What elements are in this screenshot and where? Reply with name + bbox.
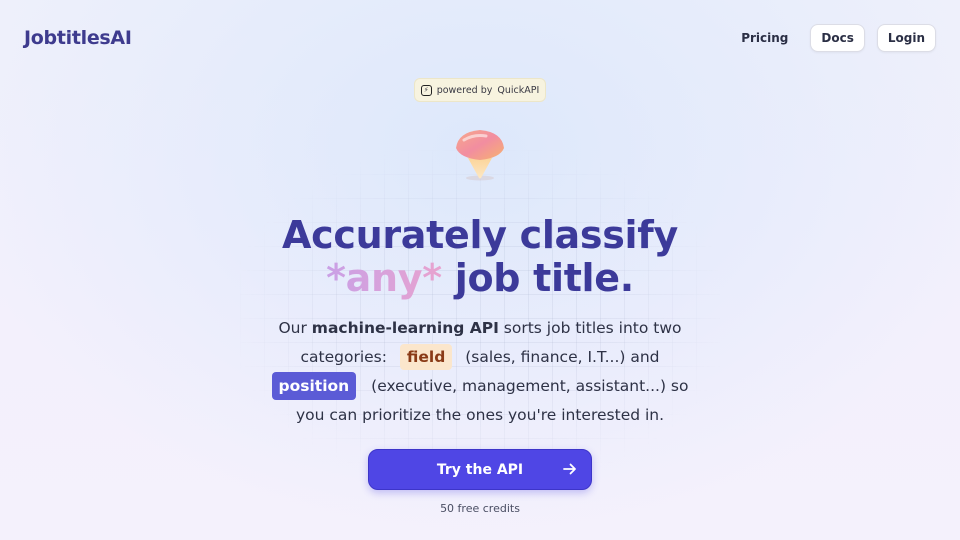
arrow-right-icon	[563, 463, 576, 475]
headline-rest: job title.	[441, 256, 634, 300]
badge-prefix: powered by	[436, 84, 493, 96]
hero-description: Our machine-learning API sorts job title…	[270, 314, 690, 430]
powered-by-badge[interactable]: ⚡ powered by QuickAPI	[414, 78, 546, 102]
try-api-label: Try the API	[436, 461, 524, 478]
position-tag: position	[271, 372, 357, 400]
field-tag: field	[399, 344, 453, 370]
desc-field-examples: (sales, finance, I.T...) and	[465, 348, 660, 366]
desc-intro: Our	[278, 319, 312, 337]
headline-line1: Accurately classify	[282, 213, 678, 257]
gem-icon	[456, 130, 504, 181]
quickapi-logo-icon: ⚡	[420, 84, 432, 96]
top-nav: JobtitlesAI Pricing Docs Login	[0, 0, 960, 76]
try-api-button[interactable]: Try the API	[368, 449, 592, 490]
headline-any: *any*	[326, 256, 442, 300]
nav-links: Pricing Docs Login	[731, 24, 936, 52]
hero-headline: Accurately classify *any* job title.	[0, 214, 960, 300]
desc-strong: machine-learning API	[311, 319, 499, 337]
pricing-link[interactable]: Pricing	[731, 25, 798, 51]
login-button[interactable]: Login	[876, 24, 936, 52]
badge-name: QuickAPI	[497, 84, 540, 96]
docs-button[interactable]: Docs	[810, 24, 865, 52]
free-credits-note: 50 free credits	[440, 502, 520, 515]
logo[interactable]: JobtitlesAI	[24, 27, 132, 49]
